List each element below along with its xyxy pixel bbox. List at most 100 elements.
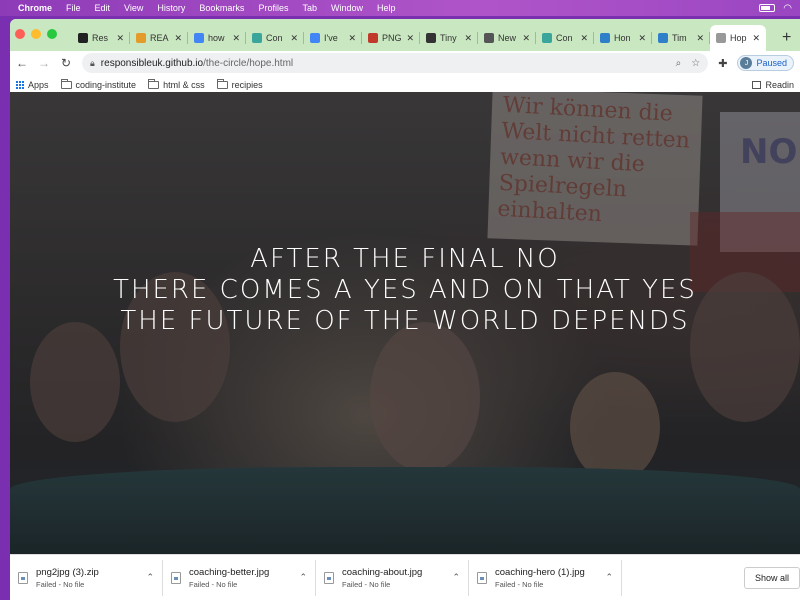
- close-tab-icon[interactable]: ✕: [116, 33, 124, 44]
- close-tab-icon[interactable]: ✕: [232, 33, 240, 44]
- minimize-window-button[interactable]: [31, 29, 41, 39]
- browser-tab[interactable]: Con ✕: [536, 25, 594, 51]
- file-icon: [171, 571, 181, 584]
- browser-tab[interactable]: Hon ✕: [594, 25, 652, 51]
- chevron-up-icon[interactable]: ⌃: [452, 572, 460, 583]
- download-item[interactable]: coaching-about.jpg Failed - No file ⌃: [316, 559, 469, 596]
- close-tab-icon[interactable]: ✕: [638, 33, 646, 44]
- bookmark-folder-recipies[interactable]: recipies: [216, 78, 263, 90]
- menu-tab[interactable]: Tab: [302, 3, 317, 13]
- menu-history[interactable]: History: [157, 3, 185, 13]
- folder-icon: [60, 78, 72, 89]
- menu-bookmarks[interactable]: Bookmarks: [199, 3, 244, 13]
- download-filename: coaching-better.jpg: [189, 566, 270, 578]
- tab-label: Tim: [672, 33, 687, 43]
- forward-icon[interactable]: →: [38, 56, 50, 70]
- bookmark-apps-label: Apps: [28, 79, 49, 90]
- tab-label: REA: [150, 33, 169, 43]
- zoom-icon[interactable]: ⌕: [676, 58, 682, 69]
- chevron-up-icon[interactable]: ⌃: [299, 572, 307, 583]
- google-icon: [310, 33, 320, 43]
- download-filename: coaching-about.jpg: [342, 566, 423, 578]
- close-tab-icon[interactable]: ✕: [348, 33, 356, 44]
- hero-quote-line-1: AFTER THE FINAL NO: [250, 244, 560, 274]
- browser-window: Res ✕ REA ✕ how ✕ Con ✕ I've ✕ PNG ✕ Tiny ✕ New ✕ Con ✕ Ho…: [10, 19, 800, 600]
- apps-grid-icon: [16, 80, 24, 89]
- browser-tab[interactable]: Tim ✕: [652, 25, 710, 51]
- download-item[interactable]: coaching-better.jpg Failed - No file ⌃: [163, 559, 316, 596]
- bookmark-star-icon[interactable]: ☆: [691, 58, 700, 69]
- tab-label: Con: [266, 33, 283, 43]
- close-window-button[interactable]: [15, 29, 25, 39]
- zoom-window-button[interactable]: [47, 29, 57, 39]
- png-icon: [368, 33, 378, 43]
- close-tab-icon[interactable]: ✕: [580, 33, 588, 44]
- bookmark-folder-html-css[interactable]: html & css: [148, 78, 205, 90]
- browser-tab[interactable]: REA ✕: [130, 25, 188, 51]
- c-icon: [658, 33, 668, 43]
- address-bar[interactable]: 🔒︎ responsibleuk.github.io /the-circle/h…: [82, 53, 709, 73]
- close-tab-icon[interactable]: ✕: [290, 33, 298, 44]
- close-tab-icon[interactable]: ✕: [696, 33, 704, 44]
- browser-tab[interactable]: New ✕: [478, 25, 536, 51]
- show-all-downloads-button[interactable]: Show all: [743, 566, 800, 589]
- close-tab-icon[interactable]: ✕: [174, 33, 182, 44]
- browser-tab[interactable]: Res ✕: [72, 25, 130, 51]
- menu-view[interactable]: View: [124, 3, 143, 13]
- menu-app-name[interactable]: Chrome: [18, 3, 52, 13]
- new-tab-button[interactable]: +: [782, 25, 791, 51]
- download-status: Failed - No file: [36, 579, 85, 589]
- close-tab-icon[interactable]: ✕: [752, 33, 760, 44]
- download-status: Failed - No file: [189, 579, 238, 589]
- menu-edit[interactable]: Edit: [95, 3, 111, 13]
- close-tab-icon[interactable]: ✕: [522, 33, 530, 44]
- hero-quote-line-2: THERE COMES A YES AND ON THAT YES: [113, 275, 697, 305]
- profile-status: Paused: [756, 58, 787, 68]
- folder-icon: [148, 78, 160, 89]
- chrome-icon: [484, 33, 494, 43]
- download-filename: png2jpg (3).zip: [36, 566, 99, 578]
- macos-menu-bar: Chrome File Edit View History Bookmarks …: [0, 0, 800, 16]
- url-path: /the-circle/hope.html: [203, 57, 294, 69]
- leaf-icon: [252, 33, 262, 43]
- reading-list-button[interactable]: Readin: [752, 80, 794, 90]
- browser-tab[interactable]: PNG ✕: [362, 25, 420, 51]
- menu-help[interactable]: Help: [377, 3, 396, 13]
- browser-tab[interactable]: how ✕: [188, 25, 246, 51]
- back-icon[interactable]: ←: [16, 56, 28, 70]
- browser-tab[interactable]: Hop ✕: [710, 25, 766, 51]
- lock-icon[interactable]: 🔒︎: [90, 58, 95, 69]
- menu-profiles[interactable]: Profiles: [258, 3, 288, 13]
- tab-label: Res: [92, 33, 109, 43]
- profile-button[interactable]: J Paused: [737, 55, 794, 71]
- wifi-icon[interactable]: ◠: [783, 3, 792, 14]
- reload-icon[interactable]: ↻: [60, 56, 72, 70]
- bookmark-folder-label: coding-institute: [75, 79, 137, 90]
- close-tab-icon[interactable]: ✕: [406, 33, 414, 44]
- browser-tab[interactable]: Con ✕: [246, 25, 304, 51]
- avatar: J: [740, 57, 753, 69]
- menu-window[interactable]: Window: [331, 3, 363, 13]
- battery-icon[interactable]: [759, 4, 776, 12]
- reading-list-label: Readin: [765, 79, 794, 90]
- hero-section: Wir können die Welt nicht retten wenn wi…: [10, 92, 800, 554]
- menu-file[interactable]: File: [66, 3, 81, 13]
- chevron-up-icon[interactable]: ⌃: [605, 572, 613, 583]
- hero-quote-line-3: THE FUTURE OF THE WORLD DEPENDS: [120, 306, 690, 336]
- bookmark-folder-coding-institute[interactable]: coding-institute: [60, 78, 137, 90]
- tab-bar: Res ✕ REA ✕ how ✕ Con ✕ I've ✕ PNG ✕ Tiny ✕ New ✕ Con ✕ Ho…: [10, 19, 800, 51]
- close-tab-icon[interactable]: ✕: [464, 33, 472, 44]
- panda-icon: [426, 33, 436, 43]
- file-icon: [477, 571, 487, 584]
- folder-icon: [216, 78, 228, 89]
- tab-label: Con: [556, 33, 573, 43]
- chevron-up-icon[interactable]: ⌃: [146, 572, 154, 583]
- github-icon: [78, 33, 88, 43]
- browser-tab[interactable]: I've ✕: [304, 25, 362, 51]
- bookmark-apps[interactable]: Apps: [16, 80, 49, 90]
- leaf-icon: [542, 33, 552, 43]
- extensions-icon[interactable]: ✚: [718, 57, 727, 70]
- browser-tab[interactable]: Tiny ✕: [420, 25, 478, 51]
- download-item[interactable]: coaching-hero (1).jpg Failed - No file ⌃: [469, 559, 622, 596]
- download-item[interactable]: png2jpg (3).zip Failed - No file ⌃: [10, 559, 163, 596]
